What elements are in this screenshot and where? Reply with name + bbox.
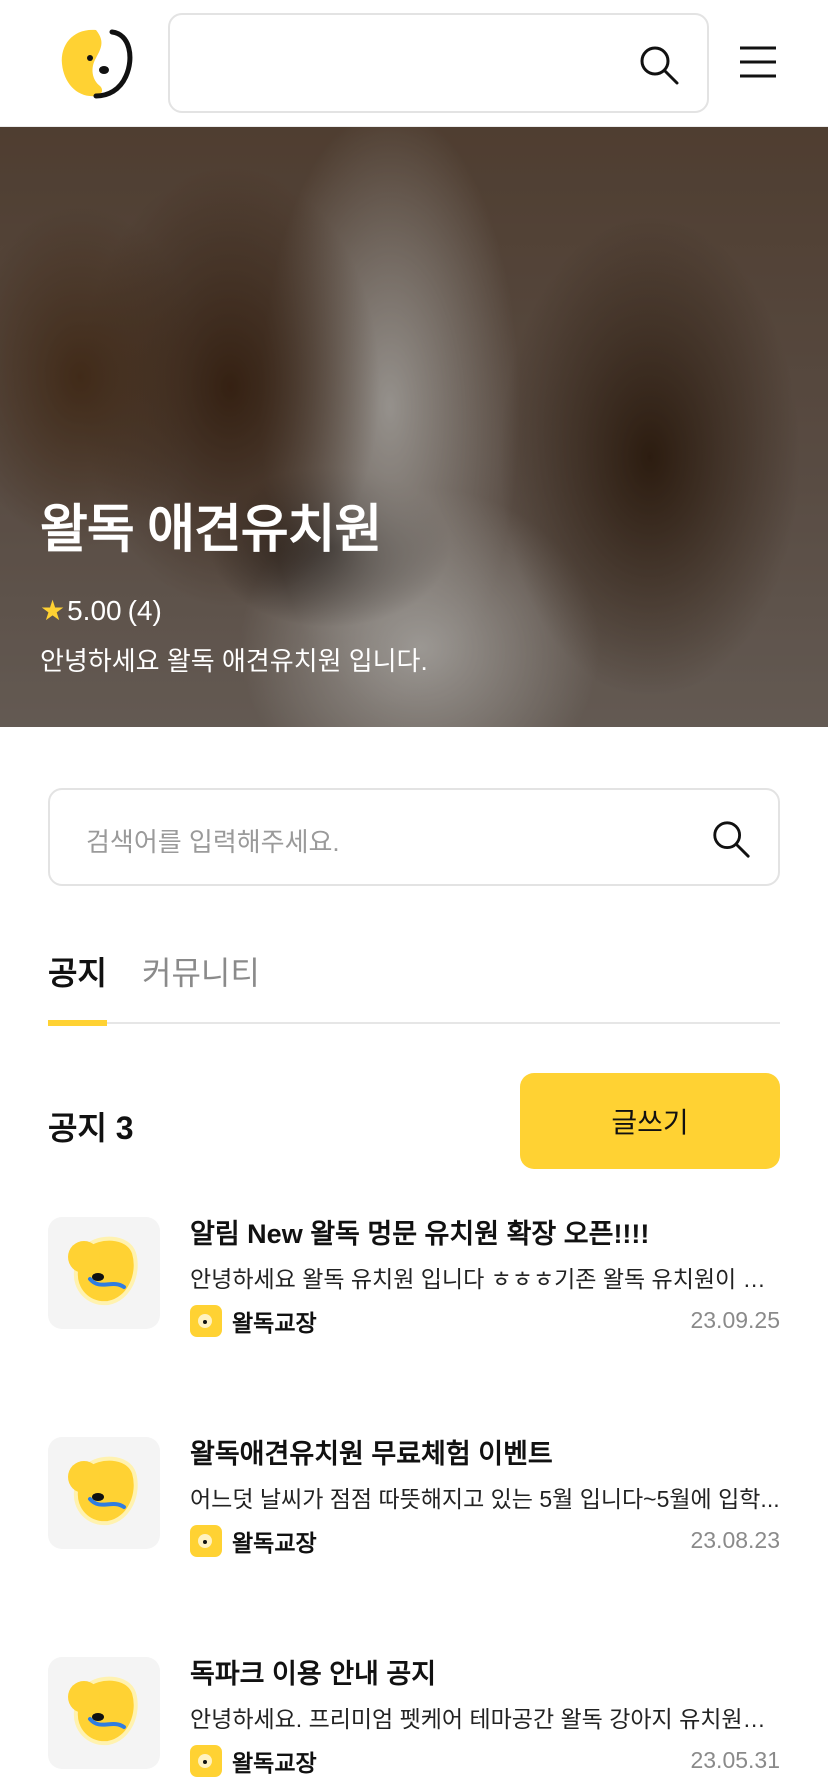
post-title[interactable]: 알림 New 왈독 멍문 유치원 확장 오픈!!!!	[190, 1212, 649, 1251]
tab-community[interactable]: 커뮤니티	[142, 948, 260, 1024]
search-icon[interactable]	[637, 43, 681, 87]
list-item[interactable]: 왈독애견유치원 무료체험 이벤트 어느덧 날씨가 점점 따뜻해지고 있는 5월 …	[48, 1432, 780, 1572]
star-icon: ★	[40, 595, 66, 626]
write-post-button[interactable]: 글쓰기	[520, 1073, 780, 1169]
post-thumbnail	[48, 1657, 160, 1769]
post-date: 23.05.31	[690, 1747, 780, 1773]
search-icon[interactable]	[710, 818, 752, 860]
store-title: 왈독 애견유치원	[40, 501, 382, 559]
author-avatar-icon	[190, 1305, 222, 1337]
post-title[interactable]: 독파크 이용 안내 공지	[190, 1652, 436, 1691]
post-thumbnail	[48, 1217, 160, 1329]
author-name: 왈독교장	[232, 1530, 317, 1556]
author-avatar-icon	[190, 1525, 222, 1557]
post-title[interactable]: 왈독애견유치원 무료체험 이벤트	[190, 1432, 553, 1471]
app-header	[0, 0, 828, 127]
review-count: (4)	[127, 594, 162, 626]
hero-banner: 왈독 애견유치원 ★ 5.00 (4) 안녕하세요 왈독 애견유치원 입니다.	[0, 127, 828, 727]
tab-bar: 공지 커뮤니티	[48, 948, 780, 1026]
post-thumbnail	[48, 1437, 160, 1549]
search-placeholder: 검색어를 입력해주세요.	[86, 827, 340, 857]
store-description: 안녕하세요 왈독 애견유치원 입니다.	[40, 646, 428, 676]
post-date: 23.08.23	[690, 1527, 780, 1553]
post-date: 23.09.25	[690, 1307, 780, 1333]
search-input[interactable]: 검색어를 입력해주세요.	[48, 788, 780, 886]
post-author: 왈독교장	[190, 1744, 317, 1778]
list-item[interactable]: 독파크 이용 안내 공지 안녕하세요. 프리미엄 펫케어 테마공간 왈독 강아지…	[48, 1652, 780, 1792]
author-avatar-icon	[190, 1745, 222, 1777]
rating-value: 5.00	[67, 594, 122, 626]
post-excerpt: 안녕하세요. 프리미엄 펫케어 테마공간 왈독 강아지 유치원입...	[190, 1706, 780, 1732]
hero-content: 왈독 애견유치원 ★ 5.00 (4) 안녕하세요 왈독 애견유치원 입니다.	[40, 487, 428, 678]
author-name: 왈독교장	[232, 1310, 317, 1336]
rating: ★ 5.00 (4)	[40, 594, 428, 627]
hamburger-menu-icon[interactable]	[738, 42, 778, 82]
author-name: 왈독교장	[232, 1750, 317, 1776]
post-excerpt: 안녕하세요 왈독 유치원 입니다 ㅎㅎㅎ기존 왈독 유치원이 이...	[190, 1266, 780, 1292]
post-author: 왈독교장	[190, 1524, 317, 1558]
dog-face-logo-icon[interactable]	[52, 24, 138, 104]
header-search-box[interactable]	[168, 13, 709, 113]
tab-notice[interactable]: 공지	[48, 948, 107, 1026]
list-item[interactable]: 알림 New 왈독 멍문 유치원 확장 오픈!!!! 안녕하세요 왈독 유치원 …	[48, 1212, 780, 1352]
post-author: 왈독교장	[190, 1304, 317, 1338]
notice-section-header: 공지 3 글쓰기	[48, 1073, 780, 1169]
post-excerpt: 어느덧 날씨가 점점 따뜻해지고 있는 5월 입니다~5월에 입학...	[190, 1486, 780, 1512]
section-title: 공지 3	[48, 1110, 134, 1146]
